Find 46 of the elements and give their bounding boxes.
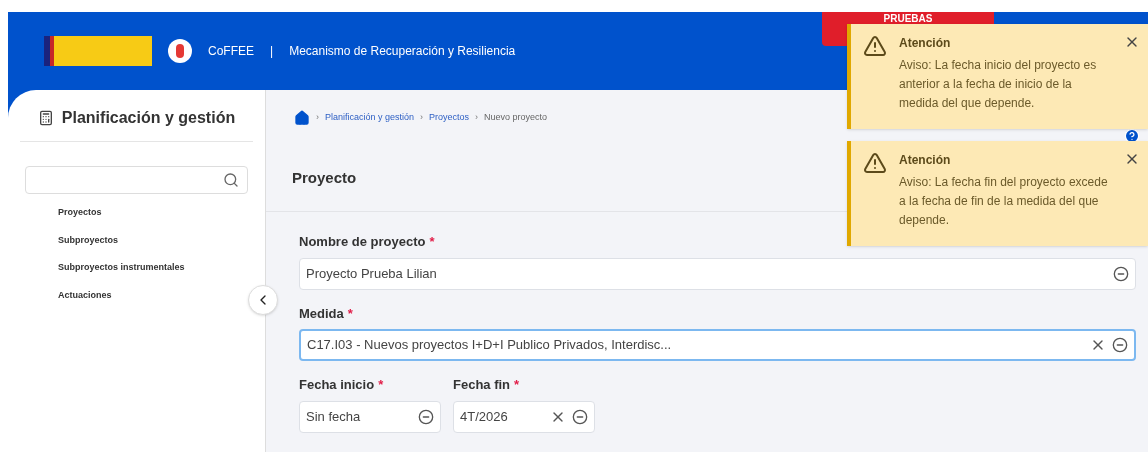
minus-circle-icon[interactable]: [1113, 265, 1129, 282]
breadcrumb-separator: ›: [420, 111, 424, 125]
toast-title: Atención: [899, 152, 952, 169]
field-value: C17.I03 - Nuevos proyectos I+D+I Publico Privados, Interdisc...: [307, 336, 673, 355]
breadcrumb-separator: ›: [475, 111, 479, 125]
field-label: Fecha inicio: [299, 376, 375, 394]
minus-circle-icon[interactable]: [418, 408, 434, 425]
breadcrumb-current: Nuevo proyecto: [484, 111, 548, 125]
field-value: Proyecto Prueba Lilian: [306, 264, 438, 283]
minus-circle-icon[interactable]: [1112, 337, 1128, 353]
field-label: Medida: [299, 304, 344, 323]
breadcrumb-separator: ›: [316, 111, 319, 125]
input-field[interactable]: C17.I03 - Nuevos proyectos I+D+I Publico Privados, Interdisc...: [299, 329, 1136, 361]
sidebar-item[interactable]: Subproyectos instrumentales: [58, 261, 185, 275]
app-logo: [168, 39, 192, 63]
input-field[interactable]: 4T/2026: [453, 400, 595, 433]
field-label: Nombre de proyecto: [299, 233, 426, 251]
sidebar-item[interactable]: Actuaciones: [58, 288, 112, 302]
sidebar-item[interactable]: Subproyectos: [58, 233, 118, 247]
toast-message: Aviso: La fecha fin del proyecto excede a la fecha de fin de la medida del que depende.: [899, 174, 1109, 229]
sidebar-item[interactable]: Proyectos: [58, 206, 102, 220]
header-subtitle: Mecanismo de Recuperación y Resiliencia: [289, 43, 516, 60]
minus-circle-icon[interactable]: [572, 408, 588, 425]
warning-icon: [863, 34, 887, 58]
field-value: Sin fecha: [306, 407, 362, 426]
page-title: Proyecto: [292, 168, 357, 189]
breadcrumb-link[interactable]: Proyectos: [429, 111, 470, 125]
header-separator: |: [270, 43, 274, 60]
required-mark: *: [514, 376, 520, 394]
sidebar-title: Planificación y gestión: [61, 107, 236, 128]
app-name: CoFFEE: [208, 43, 254, 60]
input-field[interactable]: Sin fecha: [299, 400, 441, 433]
field-value: 4T/2026: [460, 407, 509, 426]
home-icon[interactable]: [294, 110, 310, 126]
warning-icon: [863, 151, 887, 175]
required-mark: *: [429, 233, 435, 251]
breadcrumb-link[interactable]: Planificación y gestión: [325, 111, 415, 125]
search-icon: [223, 172, 239, 188]
required-mark: *: [378, 376, 384, 394]
required-mark: *: [347, 304, 353, 323]
collapse-button[interactable]: [248, 285, 278, 315]
input-field[interactable]: Proyecto Prueba Lilian: [299, 257, 1136, 290]
calculator-icon: [37, 109, 54, 126]
toast-message: Aviso: La fecha inicio del proyecto es anterior a la fecha de inicio de la medida del que depende.: [899, 57, 1098, 112]
search-field[interactable]: [25, 166, 248, 194]
field-label: Fecha fin: [453, 376, 511, 394]
